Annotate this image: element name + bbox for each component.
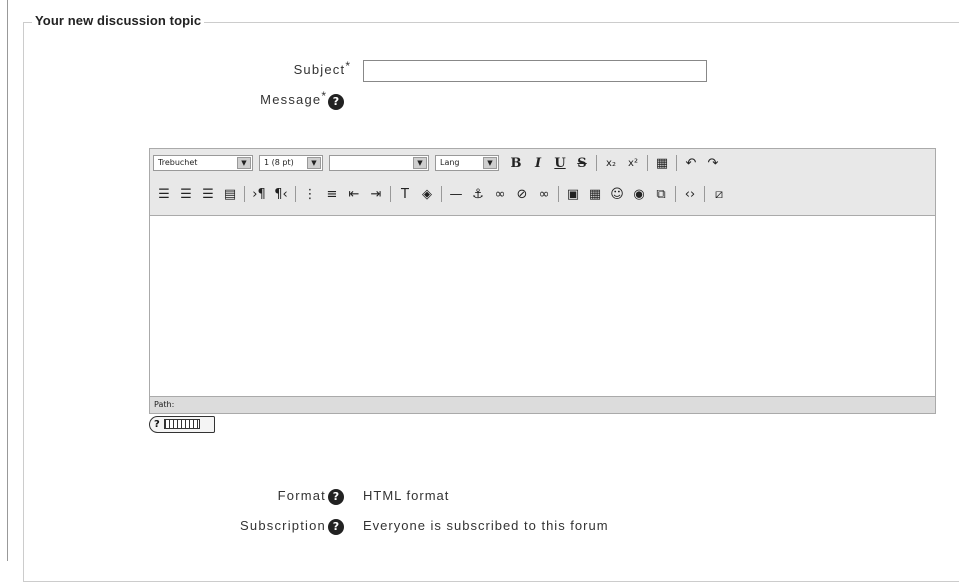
editor-text-area[interactable]	[150, 215, 935, 398]
format-help-icon[interactable]: ?	[328, 489, 344, 505]
link-icon[interactable]: ∞	[489, 184, 511, 204]
horizontal-rule-icon[interactable]: —	[445, 184, 467, 204]
left-border	[7, 0, 8, 561]
editor-path-bar: Path:	[150, 396, 935, 413]
ltr-direction-icon[interactable]: ›¶	[248, 184, 270, 204]
toolbar-separator	[441, 186, 442, 202]
subject-label: Subject*	[250, 59, 350, 77]
undo-icon[interactable]: ↶	[680, 153, 702, 173]
justify-icon[interactable]: ▤	[219, 184, 241, 204]
insert-table-icon[interactable]: ▦	[584, 184, 606, 204]
toolbar-separator	[647, 155, 648, 171]
special-char-icon[interactable]: ◉	[628, 184, 650, 204]
toolbar-separator	[390, 186, 391, 202]
toolbar-separator	[244, 186, 245, 202]
chevron-down-icon: ▼	[483, 157, 497, 169]
outdent-icon[interactable]: ⇤	[343, 184, 365, 204]
subject-input[interactable]	[363, 60, 707, 82]
indent-icon[interactable]: ⇥	[365, 184, 387, 204]
toolbar-separator	[675, 186, 676, 202]
align-center-icon[interactable]: ☰	[175, 184, 197, 204]
rtl-direction-icon[interactable]: ¶‹	[270, 184, 292, 204]
message-label-text: Message	[260, 92, 322, 107]
italic-button[interactable]: I	[527, 153, 549, 173]
subject-label-text: Subject	[293, 62, 346, 77]
unordered-list-icon[interactable]: ≡	[321, 184, 343, 204]
keyboard-icon	[163, 419, 200, 429]
superscript-button[interactable]: x²	[622, 153, 644, 173]
anchor-icon[interactable]: ⚓	[467, 184, 489, 204]
toolbar-separator	[295, 186, 296, 202]
editor-toolbar: Trebuchet ▼ 1 (8 pt) ▼ ▼ Lang ▼ B I U S x₂ …	[150, 149, 935, 215]
html-editor: Trebuchet ▼ 1 (8 pt) ▼ ▼ Lang ▼ B I U S x₂ …	[149, 148, 936, 414]
message-label: Message*	[200, 89, 326, 107]
toolbar-separator	[596, 155, 597, 171]
keyboard-help-button[interactable]: ?	[149, 416, 215, 433]
fieldset-legend: Your new discussion topic	[32, 13, 205, 28]
format-label: Format	[277, 488, 326, 503]
align-left-icon[interactable]: ☰	[153, 184, 175, 204]
fullscreen-icon[interactable]: ⧄	[708, 184, 730, 204]
align-right-icon[interactable]: ☰	[197, 184, 219, 204]
font-select-value: Trebuchet	[158, 158, 198, 167]
size-select-value: 1 (8 pt)	[264, 158, 294, 167]
paste-word-icon[interactable]: ▦	[651, 153, 673, 173]
lang-select-value: Lang	[440, 158, 460, 167]
size-select[interactable]: 1 (8 pt) ▼	[259, 155, 323, 171]
toolbar-row-2: ☰ ☰ ☰ ▤ ›¶ ¶‹ ⋮ ≡ ⇤ ⇥ T ◈ — ⚓ ∞ ⊘ ∞ ▣ ▦ …	[153, 181, 730, 207]
chevron-down-icon: ▼	[413, 157, 427, 169]
toolbar-separator	[704, 186, 705, 202]
nolink-icon[interactable]: ∞	[533, 184, 555, 204]
search-replace-icon[interactable]: ⧉	[650, 184, 672, 204]
subscription-label: Subscription	[240, 518, 326, 533]
ordered-list-icon[interactable]: ⋮	[299, 184, 321, 204]
strikethrough-button[interactable]: S	[571, 153, 593, 173]
bold-button[interactable]: B	[505, 153, 527, 173]
style-select[interactable]: ▼	[329, 155, 429, 171]
lang-select[interactable]: Lang ▼	[435, 155, 499, 171]
html-source-icon[interactable]: ‹›	[679, 184, 701, 204]
background-color-icon[interactable]: ◈	[416, 184, 438, 204]
message-help-icon[interactable]: ?	[328, 94, 344, 110]
subscription-value: Everyone is subscribed to this forum	[363, 518, 609, 533]
insert-image-icon[interactable]: ▣	[562, 184, 584, 204]
help-mark: ?	[154, 419, 160, 430]
format-value: HTML format	[363, 488, 450, 503]
font-select[interactable]: Trebuchet ▼	[153, 155, 253, 171]
text-color-icon[interactable]: T	[394, 184, 416, 204]
unlink-icon[interactable]: ⊘	[511, 184, 533, 204]
path-label: Path:	[154, 400, 175, 409]
toolbar-separator	[676, 155, 677, 171]
chevron-down-icon: ▼	[237, 157, 251, 169]
subscript-button[interactable]: x₂	[600, 153, 622, 173]
underline-button[interactable]: U	[549, 153, 571, 173]
required-mark: *	[345, 59, 350, 73]
smiley-icon[interactable]: ☺	[606, 184, 628, 204]
chevron-down-icon: ▼	[307, 157, 321, 169]
redo-icon[interactable]: ↷	[702, 153, 724, 173]
toolbar-row-1: Trebuchet ▼ 1 (8 pt) ▼ ▼ Lang ▼ B I U S x₂ …	[153, 150, 724, 176]
required-mark: *	[321, 89, 326, 103]
subscription-help-icon[interactable]: ?	[328, 519, 344, 535]
toolbar-separator	[558, 186, 559, 202]
